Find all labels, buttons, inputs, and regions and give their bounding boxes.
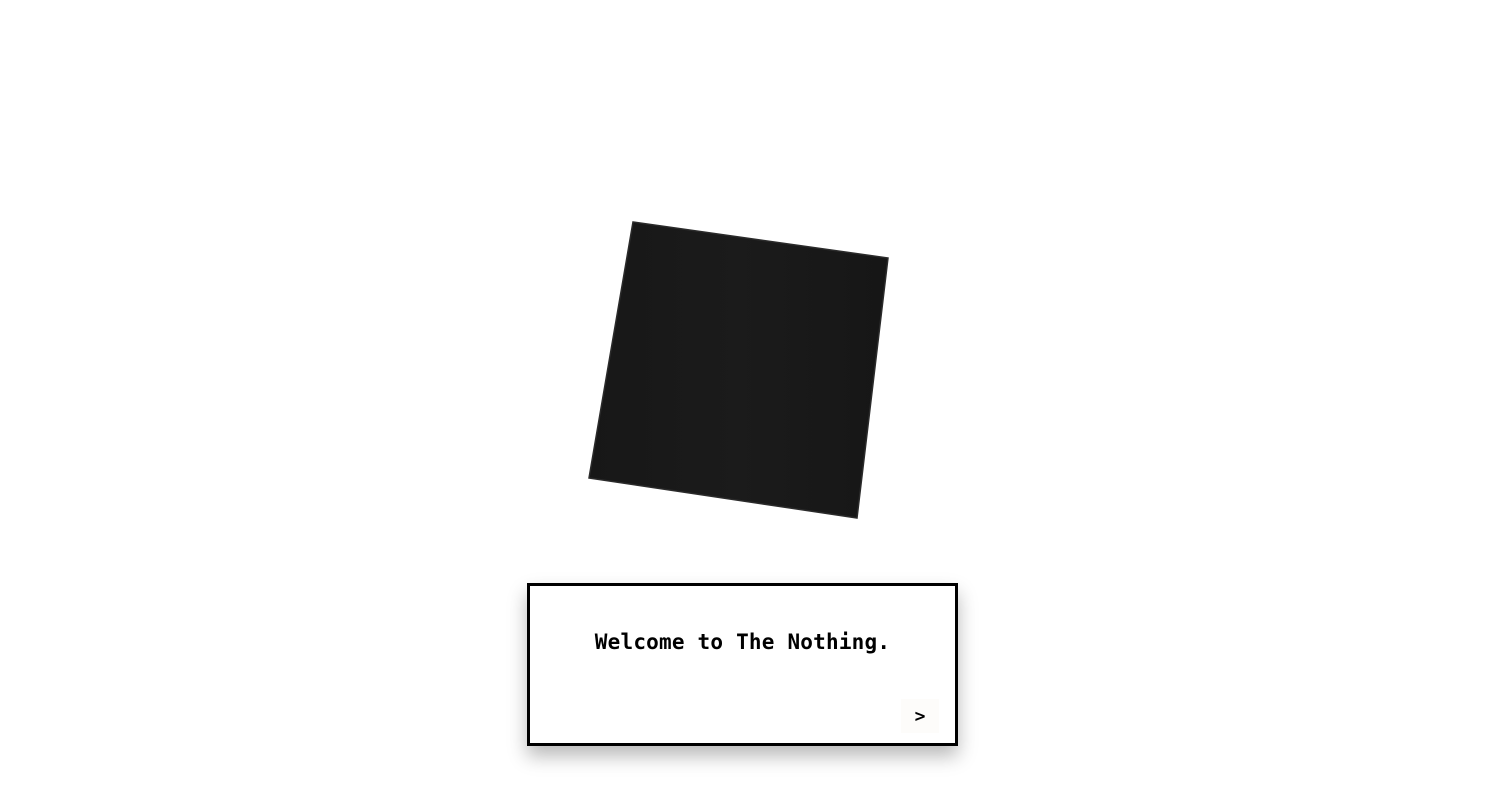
dialog-message: Welcome to The Nothing. — [594, 630, 891, 654]
cube-face — [588, 221, 889, 519]
game-stage: Welcome to The Nothing. > — [0, 0, 1493, 788]
next-button[interactable]: > — [901, 699, 939, 733]
dialog-box: Welcome to The Nothing. > — [527, 583, 958, 746]
